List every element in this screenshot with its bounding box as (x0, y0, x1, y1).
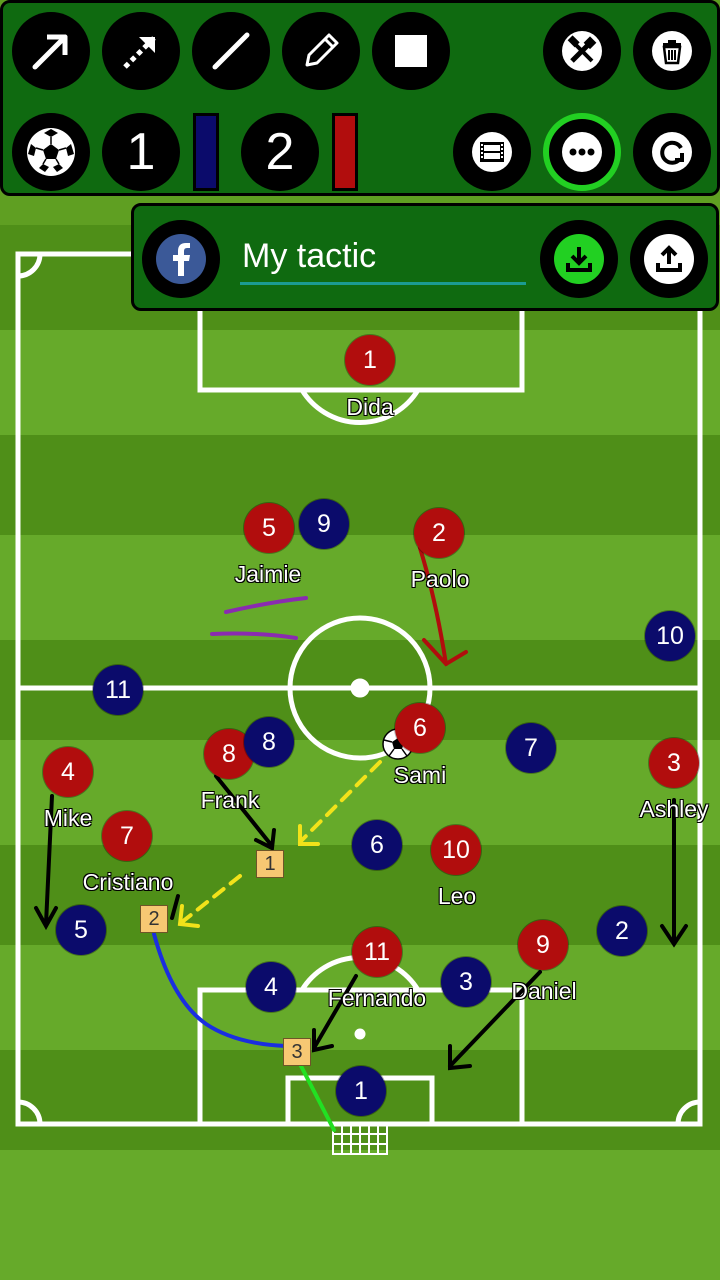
facebook-share-button[interactable] (142, 220, 220, 298)
player-red[interactable]: 9 (518, 920, 568, 970)
player-red[interactable]: 7 (102, 811, 152, 861)
player-name: Ashley (639, 796, 709, 822)
player-blue[interactable]: 7 (506, 723, 556, 773)
step-marker[interactable]: 2 (140, 905, 168, 933)
player-name: Sami (393, 762, 447, 788)
square-tool-button[interactable] (372, 12, 450, 90)
team2-color-swatch[interactable] (332, 113, 358, 191)
player-blue[interactable]: 8 (244, 717, 294, 767)
line-icon (212, 32, 250, 70)
upload-icon (644, 234, 694, 284)
player-name: Cristiano (82, 869, 174, 895)
arrow-tool-button[interactable] (12, 12, 90, 90)
dashed-arrow-tool-button[interactable] (102, 12, 180, 90)
player-red[interactable]: 11 (352, 927, 402, 977)
save-button[interactable] (540, 220, 618, 298)
download-icon (554, 234, 604, 284)
add-ball-button[interactable] (12, 113, 90, 191)
delete-button[interactable] (633, 12, 711, 90)
more-dots-icon (562, 132, 602, 172)
square-icon (395, 35, 427, 67)
player-blue[interactable]: 6 (352, 820, 402, 870)
facebook-icon (156, 234, 206, 284)
player-red[interactable]: 2 (414, 508, 464, 558)
player-name: Fernando (327, 985, 427, 1011)
player-name: Leo (437, 883, 477, 909)
player-blue[interactable]: 1 (336, 1066, 386, 1116)
football-icon (27, 128, 75, 176)
player-name: Mike (43, 805, 93, 831)
save-panel (131, 203, 719, 311)
player-blue[interactable]: 10 (645, 611, 695, 661)
player-name: Paolo (410, 566, 470, 592)
tactic-name-input[interactable] (240, 230, 526, 285)
player-red[interactable]: 10 (431, 825, 481, 875)
team2-button[interactable]: 2 (241, 113, 319, 191)
player-blue[interactable]: 2 (597, 906, 647, 956)
top-toolbar: 1 2 (0, 0, 720, 196)
player-name: Frank (200, 787, 260, 813)
player-red[interactable]: 6 (395, 703, 445, 753)
player-blue[interactable]: 9 (299, 499, 349, 549)
settings-button[interactable] (543, 12, 621, 90)
player-red[interactable]: 1 (345, 335, 395, 385)
step-marker[interactable]: 1 (256, 850, 284, 878)
animation-button[interactable] (453, 113, 531, 191)
player-blue[interactable]: 4 (246, 962, 296, 1012)
player-red[interactable]: 4 (43, 747, 93, 797)
refresh-icon (652, 132, 692, 172)
arrow-icon (32, 34, 68, 70)
team1-button[interactable]: 1 (102, 113, 180, 191)
load-button[interactable] (630, 220, 708, 298)
player-name: Jaimie (234, 561, 302, 587)
line-tool-button[interactable] (192, 12, 270, 90)
player-name: Daniel (511, 978, 577, 1004)
player-red[interactable]: 5 (244, 503, 294, 553)
player-name: Dida (346, 394, 394, 420)
player-blue[interactable]: 5 (56, 905, 106, 955)
reset-button[interactable] (633, 113, 711, 191)
more-options-button[interactable] (543, 113, 621, 191)
player-blue[interactable]: 11 (93, 665, 143, 715)
pencil-tool-button[interactable] (282, 12, 360, 90)
dashed-arrow-icon (123, 35, 157, 69)
player-blue[interactable]: 3 (441, 957, 491, 1007)
trash-icon (652, 31, 692, 71)
step-marker[interactable]: 3 (283, 1038, 311, 1066)
team1-color-swatch[interactable] (193, 113, 219, 191)
tools-icon (562, 31, 602, 71)
player-red[interactable]: 3 (649, 738, 699, 788)
goal-net-icon (332, 1123, 388, 1155)
pencil-icon (305, 33, 339, 67)
film-icon (472, 132, 512, 172)
